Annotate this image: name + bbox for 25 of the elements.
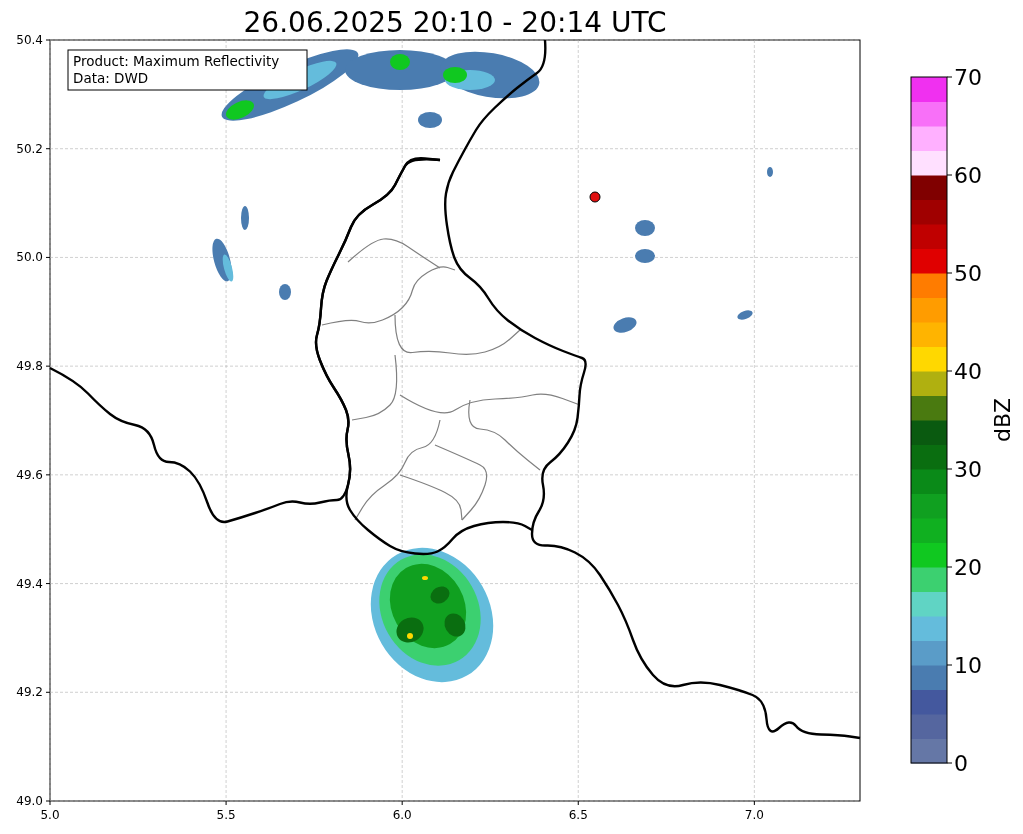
- info-text: Data: DWD: [73, 70, 149, 86]
- colorbar-tick-label: 10: [954, 653, 982, 678]
- y-tick-label: 49.6: [16, 467, 43, 482]
- chart-title: 26.06.2025 20:10 - 20:14 UTC: [243, 6, 667, 39]
- x-tick-label: 7.0: [744, 808, 764, 822]
- colorbar-tick-label: 50: [954, 261, 982, 286]
- y-tick-label: 49.2: [16, 685, 43, 700]
- y-tick-label: 50.2: [16, 141, 43, 156]
- x-tick-label: 5.5: [216, 808, 236, 822]
- colorbar-label: dBZ: [990, 397, 1015, 443]
- y-tick-label: 50.0: [16, 250, 43, 265]
- x-tick-label: 6.0: [392, 808, 412, 822]
- y-tick-label: 49.4: [16, 576, 43, 591]
- colorbar-tick-label: 70: [954, 65, 982, 90]
- info-text: Product: Maximum Reflectivity: [73, 53, 280, 69]
- colorbar-tick-label: 20: [954, 555, 982, 580]
- x-tick-label: 5.0: [40, 808, 60, 822]
- colorbar-tick-label: 40: [954, 359, 982, 384]
- y-tick-label: 49.8: [16, 359, 43, 374]
- y-tick-label: 49.0: [16, 794, 43, 808]
- x-tick-label: 6.5: [568, 808, 588, 822]
- colorbar-tick-label: 0: [954, 751, 968, 776]
- colorbar-tick-label: 30: [954, 457, 982, 482]
- colorbar-tick-label: 60: [954, 163, 982, 188]
- y-tick-label: 50.4: [16, 33, 43, 47]
